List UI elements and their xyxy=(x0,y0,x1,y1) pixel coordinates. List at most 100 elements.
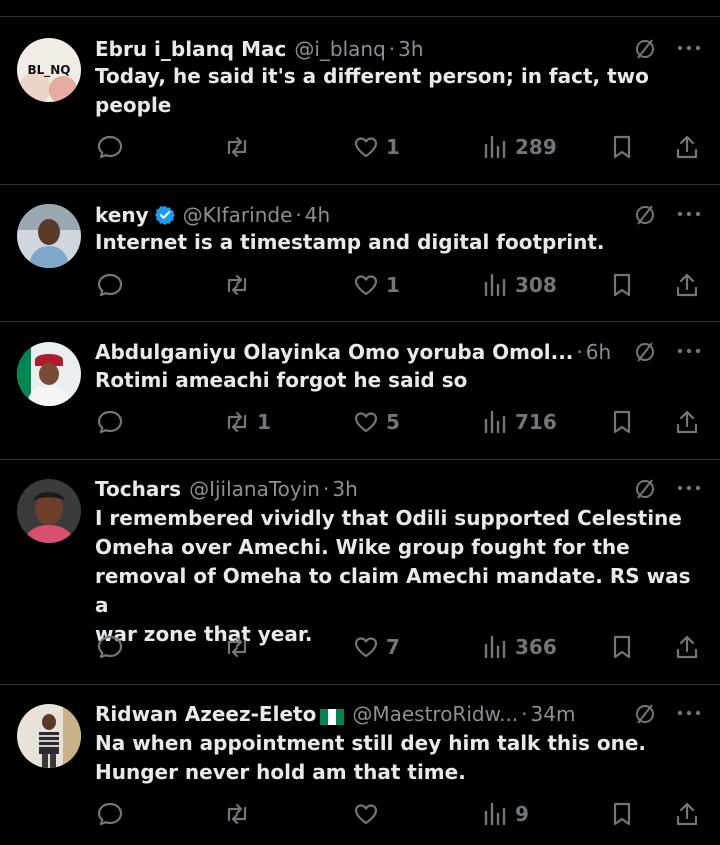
separator-dot: · xyxy=(388,37,396,61)
heart-icon xyxy=(354,137,378,158)
repost-button[interactable] xyxy=(223,632,257,662)
divider xyxy=(0,184,720,185)
repost-arrows-icon xyxy=(227,274,247,296)
reply-button[interactable] xyxy=(96,799,130,829)
share-button[interactable] xyxy=(673,407,701,437)
repost-arrows-icon xyxy=(227,411,247,433)
view-count: 716 xyxy=(515,410,557,434)
display-name[interactable]: Tochars xyxy=(95,477,181,501)
post-text-line: Today, he said it's a different person; … xyxy=(95,64,649,88)
post-text-line: removal of Omeha to claim Amechi mandate… xyxy=(95,564,691,617)
views-button[interactable]: 308 xyxy=(481,270,557,300)
share-upload-icon xyxy=(676,802,698,826)
share-upload-icon xyxy=(676,135,698,159)
post-header: Abdulganiyu Olayinka Omo yoruba Omol... … xyxy=(95,337,611,367)
more-dots-icon[interactable] xyxy=(674,701,704,725)
view-count: 366 xyxy=(515,635,557,659)
like-count: 7 xyxy=(386,635,400,659)
bookmark-button[interactable] xyxy=(608,407,636,437)
reply-button[interactable] xyxy=(96,632,130,662)
share-button[interactable] xyxy=(673,132,701,162)
avatar[interactable] xyxy=(17,704,81,768)
repost-button[interactable] xyxy=(223,799,257,829)
views-button[interactable]: 716 xyxy=(481,407,557,437)
divider xyxy=(0,321,720,322)
display-name[interactable]: keny xyxy=(95,203,149,227)
heart-icon xyxy=(354,275,378,296)
reply-button[interactable] xyxy=(96,132,130,162)
reply-button[interactable] xyxy=(96,270,130,300)
like-button[interactable]: 1 xyxy=(352,270,400,300)
bookmark-button[interactable] xyxy=(608,632,636,662)
action-bar: 1 5 716 xyxy=(0,407,720,437)
grok-slash-icon[interactable] xyxy=(633,340,657,364)
share-button[interactable] xyxy=(673,799,701,829)
separator-dot: · xyxy=(521,702,528,726)
share-button[interactable] xyxy=(673,270,701,300)
user-handle[interactable]: @i_blanq xyxy=(294,37,385,61)
bar-chart-icon xyxy=(484,273,506,297)
bookmark-button[interactable] xyxy=(608,132,636,162)
more-dots-icon[interactable] xyxy=(674,476,704,500)
avatar[interactable] xyxy=(17,342,81,406)
reply-button[interactable] xyxy=(96,407,130,437)
share-upload-icon xyxy=(676,410,698,434)
post-text: Internet is a timestamp and digital foot… xyxy=(95,228,705,257)
more-dots-icon[interactable] xyxy=(674,36,704,60)
repost-arrows-icon xyxy=(227,803,247,825)
like-button[interactable]: 5 xyxy=(352,407,400,437)
post-text: Na when appointment still dey him talk t… xyxy=(95,729,705,787)
post-time[interactable]: 6h xyxy=(586,340,611,364)
repost-count: 1 xyxy=(257,410,271,434)
speech-bubble-icon xyxy=(97,802,123,826)
user-handle[interactable]: @KIfarinde xyxy=(183,203,293,227)
bookmark-button[interactable] xyxy=(608,799,636,829)
post-time[interactable]: 3h xyxy=(398,37,423,61)
divider xyxy=(0,684,720,685)
repost-button[interactable]: 1 xyxy=(223,407,271,437)
bookmark-icon xyxy=(613,635,631,659)
post-text-line: Hunger never hold am that time. xyxy=(95,760,466,784)
grok-slash-icon[interactable] xyxy=(633,203,657,227)
post-time[interactable]: 3h xyxy=(332,477,357,501)
post-time[interactable]: 4h xyxy=(305,203,330,227)
more-dots-icon[interactable] xyxy=(674,202,704,226)
display-name[interactable]: Abdulganiyu Olayinka Omo yoruba Omol... xyxy=(95,340,573,364)
views-button[interactable]: 366 xyxy=(481,632,557,662)
post-time[interactable]: 34m xyxy=(531,702,576,726)
bookmark-icon xyxy=(613,135,631,159)
like-button[interactable]: 1 xyxy=(352,132,400,162)
bar-chart-icon xyxy=(484,802,506,826)
display-name[interactable]: Ebru i_blanq Mac xyxy=(95,37,286,61)
speech-bubble-icon xyxy=(97,410,123,434)
avatar[interactable] xyxy=(17,204,81,268)
grok-slash-icon[interactable] xyxy=(633,702,657,726)
avatar[interactable] xyxy=(17,479,81,543)
repost-button[interactable] xyxy=(223,270,257,300)
grok-slash-icon[interactable] xyxy=(633,37,657,61)
share-button[interactable] xyxy=(673,632,701,662)
like-button[interactable]: 7 xyxy=(352,632,400,662)
user-handle[interactable]: @IjilanaToyin xyxy=(189,477,320,501)
share-upload-icon xyxy=(676,635,698,659)
like-button[interactable] xyxy=(352,799,386,829)
bookmark-icon xyxy=(613,802,631,826)
views-button[interactable]: 9 xyxy=(481,799,529,829)
post-text-line: Internet is a timestamp and digital foot… xyxy=(95,230,605,254)
repost-arrows-icon xyxy=(227,136,247,158)
repost-button[interactable] xyxy=(223,132,257,162)
avatar[interactable]: BL_NQ xyxy=(17,38,81,102)
reply-feed: BL_NQ Ebru i_blanq Mac @i_blanq · 3h Tod… xyxy=(0,0,720,845)
view-count: 9 xyxy=(515,802,529,826)
post-text: Rotimi ameachi forgot he said so xyxy=(95,366,705,395)
verified-badge-icon xyxy=(154,205,175,225)
display-name[interactable]: Ridwan Azeez-Eleto xyxy=(95,702,316,726)
share-upload-icon xyxy=(676,273,698,297)
post-text-line: Rotimi ameachi forgot he said so xyxy=(95,368,468,392)
nigeria-flag-icon xyxy=(320,706,345,725)
bookmark-button[interactable] xyxy=(608,270,636,300)
user-handle[interactable]: @MaestroRidw... xyxy=(352,702,518,726)
views-button[interactable]: 289 xyxy=(481,132,557,162)
grok-slash-icon[interactable] xyxy=(633,477,657,501)
more-dots-icon[interactable] xyxy=(674,339,704,363)
